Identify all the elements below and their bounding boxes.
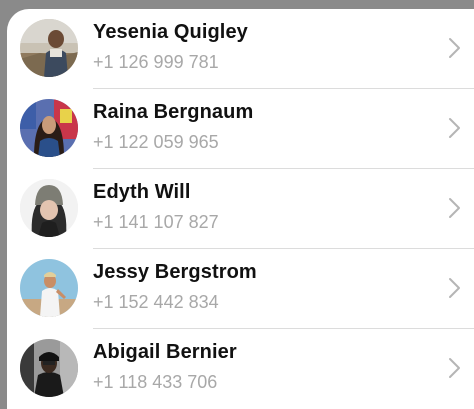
avatar-photo-icon (20, 19, 78, 77)
contact-name: Abigail Bernier (93, 341, 237, 363)
contact-avatar (20, 179, 78, 237)
screen-backdrop: Yesenia Quigley +1 126 999 781 Raina Ber… (0, 0, 474, 409)
contact-avatar (20, 339, 78, 397)
contact-row[interactable]: Abigail Bernier +1 118 433 706 (7, 329, 474, 409)
contact-row[interactable]: Raina Bergnaum +1 122 059 965 (7, 89, 474, 169)
contact-phone: +1 126 999 781 (93, 52, 219, 72)
avatar-photo-icon (20, 99, 78, 157)
contact-phone: +1 118 433 706 (93, 372, 218, 392)
contact-phone: +1 152 442 834 (93, 292, 219, 312)
contact-name: Jessy Bergstrom (93, 261, 257, 283)
chevron-right-icon (448, 357, 462, 379)
chevron-right-icon (448, 37, 462, 59)
contact-row[interactable]: Jessy Bergstrom +1 152 442 834 (7, 249, 474, 329)
chevron-right-icon (448, 277, 462, 299)
avatar-photo-icon (20, 339, 78, 397)
contact-phone: +1 141 107 827 (93, 212, 219, 232)
contact-avatar (20, 19, 78, 77)
avatar-photo-icon (20, 259, 78, 317)
contact-avatar (20, 99, 78, 157)
chevron-right-icon (448, 117, 462, 139)
contact-list: Yesenia Quigley +1 126 999 781 Raina Ber… (7, 9, 474, 409)
contact-phone: +1 122 059 965 (93, 132, 219, 152)
contact-name: Edyth Will (93, 181, 191, 203)
contact-avatar (20, 259, 78, 317)
chevron-right-icon (448, 197, 462, 219)
contact-row[interactable]: Edyth Will +1 141 107 827 (7, 169, 474, 249)
contact-name: Raina Bergnaum (93, 101, 254, 123)
contact-row[interactable]: Yesenia Quigley +1 126 999 781 (7, 9, 474, 89)
contact-name: Yesenia Quigley (93, 21, 248, 43)
contacts-card: Yesenia Quigley +1 126 999 781 Raina Ber… (7, 9, 474, 409)
avatar-photo-icon (20, 179, 78, 237)
